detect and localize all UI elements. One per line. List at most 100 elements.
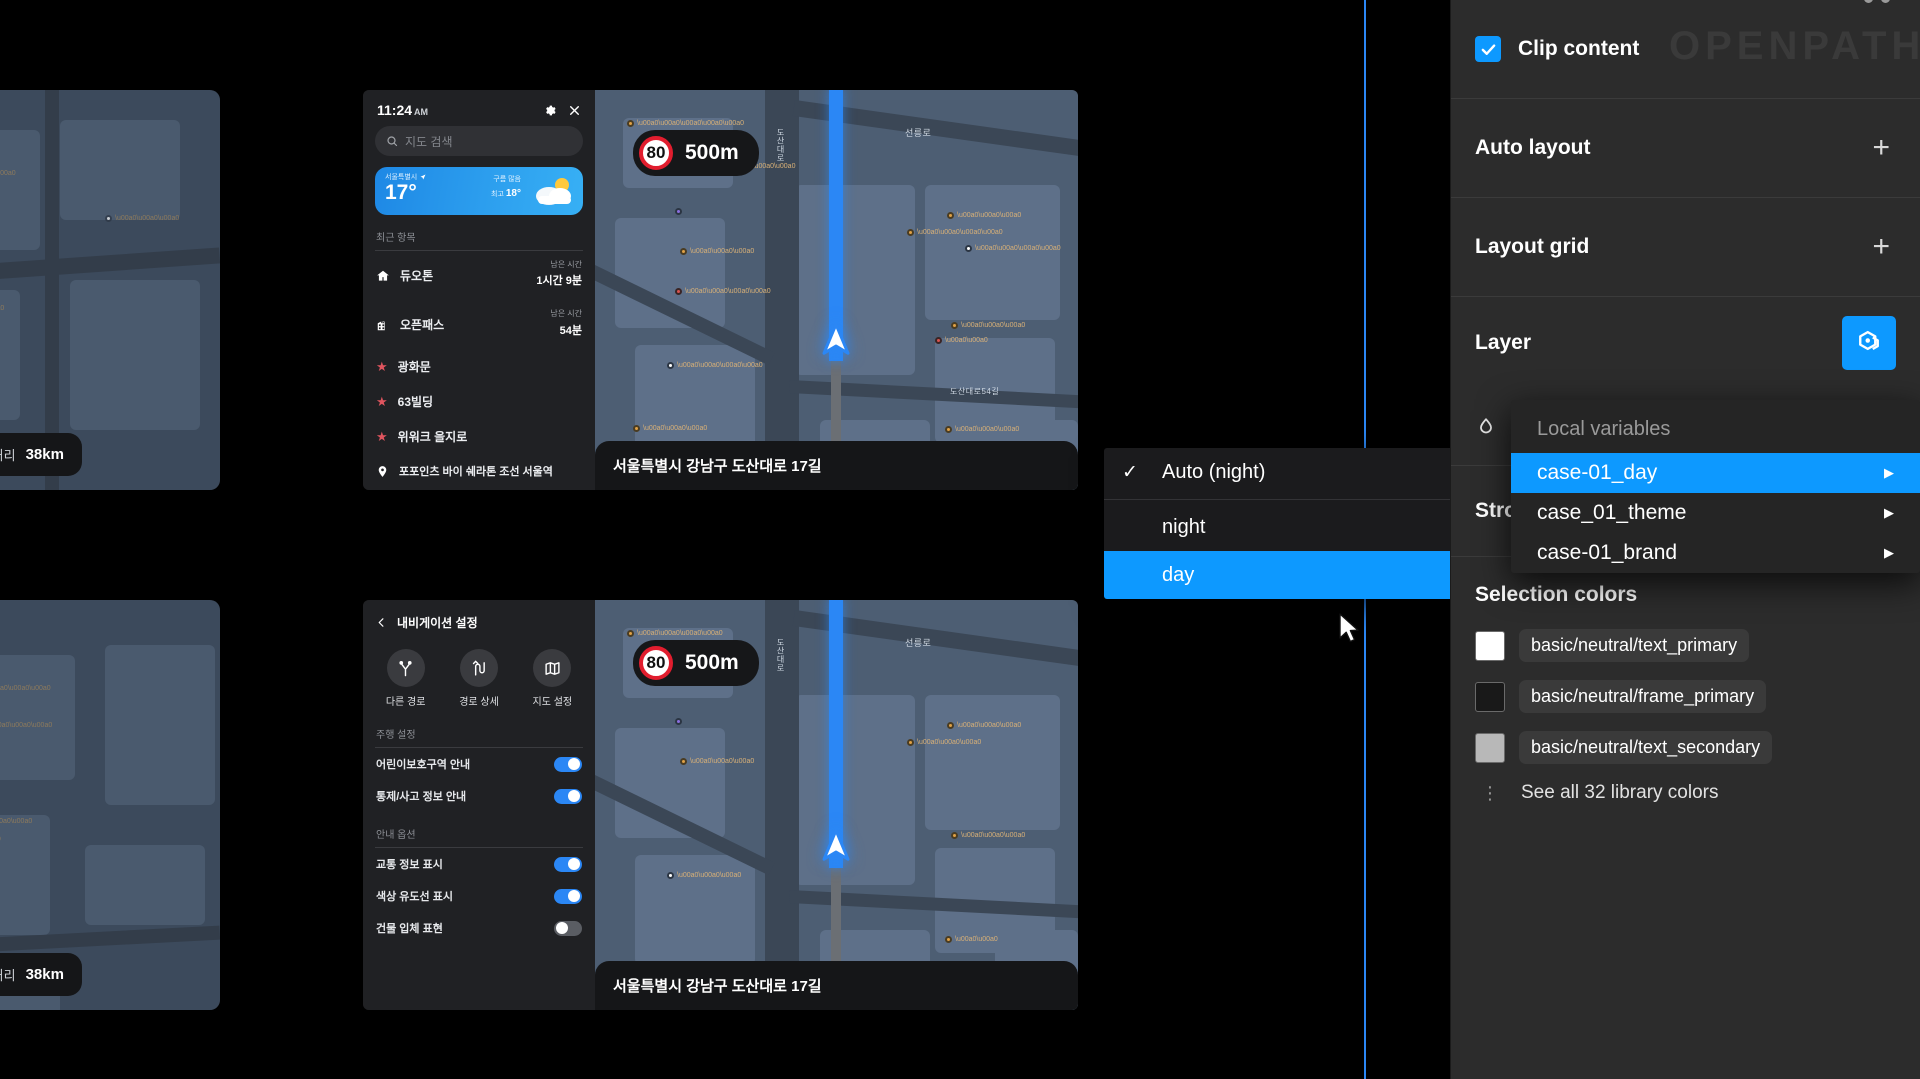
quick-action[interactable]: 경로 상세 xyxy=(459,649,499,708)
address-bar-top: 서울특별시 강남구 도산대로 17길 xyxy=(595,441,1078,490)
setting-toggle[interactable] xyxy=(554,788,582,804)
road-label: 도산대로 xyxy=(776,128,785,162)
layout-grid-section: Layout grid + xyxy=(1451,198,1920,297)
close-icon[interactable] xyxy=(568,104,581,117)
weather-high: 18° xyxy=(505,187,521,199)
list-item[interactable]: ★ 광화문 xyxy=(363,349,595,384)
gear-icon[interactable] xyxy=(543,104,556,117)
road-label: 선릉로 xyxy=(905,638,932,648)
route-detail-icon xyxy=(459,649,498,687)
list-item[interactable]: 오픈패스 남은 시간 54분 xyxy=(363,300,595,349)
map-background: \u00a0\u00a0\u00a0\u00a0 \u00a0\u00a0\u0… xyxy=(0,90,220,490)
speed-limit-badge: 80 xyxy=(639,646,673,680)
setting-label: 색상 유도선 표시 xyxy=(376,891,453,903)
pill-distance: 500m xyxy=(685,651,739,674)
speed-distance-pill-top: 80 500m xyxy=(633,130,759,176)
setting-row[interactable]: 색상 유도선 표시 xyxy=(363,880,595,912)
road-label: 도산대로54길 xyxy=(950,387,1000,396)
setting-label: 어린이보호구역 안내 xyxy=(376,759,471,771)
location-puck-icon xyxy=(822,322,850,355)
setting-toggle[interactable] xyxy=(554,756,582,772)
opacity-droplet-icon xyxy=(1480,418,1492,434)
settings-header: 내비게이션 설정 xyxy=(363,600,595,635)
list-item[interactable]: ★ 위워크 을지로 xyxy=(363,419,595,454)
chevron-right-icon: ▶ xyxy=(1884,545,1894,560)
submenu-header: Local variables xyxy=(1537,418,1671,440)
color-swatch[interactable] xyxy=(1475,732,1505,763)
eta-dist-label: 남은 거리 xyxy=(0,448,16,463)
setting-toggle[interactable] xyxy=(554,920,582,936)
settings-group-title: 안내 옵션 xyxy=(376,830,416,841)
local-variables-submenu[interactable]: Local variables case-01_day ▶ case_01_th… xyxy=(1511,400,1920,573)
menu-item-label: Auto (night) xyxy=(1162,460,1266,483)
setting-label: 교통 정보 표시 xyxy=(376,859,443,871)
add-layout-grid-button[interactable]: + xyxy=(1866,228,1896,266)
auto-layout-section: Auto layout + xyxy=(1451,99,1920,198)
mockup-frame-bottom[interactable]: 선릉로 도산대로 \u00a0\u00a0\u00a0\u00a0 \u00a0… xyxy=(363,600,1078,1010)
chevron-left-icon[interactable] xyxy=(376,617,387,628)
weather-widget[interactable]: 서울특별시 17° 구름 많음 최고 18° xyxy=(375,167,583,215)
submenu-item-case-01-theme[interactable]: case_01_theme ▶ xyxy=(1511,493,1920,533)
auto-layout-label: Auto layout xyxy=(1475,136,1591,159)
color-variable-name[interactable]: basic/neutral/text_secondary xyxy=(1519,731,1773,764)
setting-row[interactable]: 통제/사고 정보 안내 xyxy=(363,780,595,812)
add-auto-layout-button[interactable]: + xyxy=(1866,129,1896,167)
list-item[interactable]: ★ 63빌딩 xyxy=(363,384,595,419)
left-edge-frame-top[interactable]: \u00a0\u00a0\u00a0\u00a0 \u00a0\u00a0\u0… xyxy=(0,90,220,490)
quick-action[interactable]: 지도 설정 xyxy=(532,649,573,708)
eta-dist: 38km xyxy=(25,446,64,463)
setting-toggle[interactable] xyxy=(554,856,582,872)
clip-content-section: Clip content xyxy=(1451,0,1920,99)
submenu-item-case-01-day[interactable]: case-01_day ▶ xyxy=(1511,453,1920,493)
search-icon xyxy=(387,136,398,147)
clip-content-checkbox[interactable] xyxy=(1475,36,1501,62)
color-variable-name[interactable]: basic/neutral/frame_primary xyxy=(1519,680,1767,713)
setting-row[interactable]: 교통 정보 표시 xyxy=(363,848,595,880)
setting-toggle[interactable] xyxy=(554,888,582,904)
setting-row[interactable]: 건물 입체 표현 xyxy=(363,912,595,944)
road-label: 선릉로 xyxy=(905,128,932,138)
list-item[interactable]: 듀오톤 남은 시간 1시간 9분 xyxy=(363,251,595,300)
weather-high-label: 최고 xyxy=(491,190,504,198)
status-row: 11:24 AM xyxy=(363,90,595,126)
more-dots-icon: ⋮ xyxy=(1481,782,1499,803)
clip-content-row[interactable]: Clip content xyxy=(1475,0,1896,98)
meta-label: 남은 시간 xyxy=(550,309,582,319)
list-item-meta: 남은 시간 1시간 9분 xyxy=(536,260,582,291)
speed-limit-badge: 80 xyxy=(639,136,673,170)
app-sidebar-top[interactable]: 11:24 AM 지도 검색 서울특별시 17° 구름 많음 최고 18° 최근… xyxy=(363,90,595,490)
search-placeholder: 지도 검색 xyxy=(405,134,453,149)
color-variable-name[interactable]: basic/neutral/text_primary xyxy=(1519,629,1750,662)
recent-section-title: 최근 항목 xyxy=(376,233,416,244)
list-item-label: 광화문 xyxy=(397,360,431,375)
submenu-item-label: case_01_theme xyxy=(1537,501,1687,524)
variables-icon[interactable] xyxy=(1842,316,1896,370)
search-input[interactable]: 지도 검색 xyxy=(375,126,583,156)
weather-detail: 구름 많음 최고 18° xyxy=(491,175,521,201)
chevron-right-icon: ▶ xyxy=(1884,505,1894,520)
list-item[interactable]: 포포인츠 바이 쉐라톤 조선 서울역 xyxy=(363,454,595,488)
selection-color-row[interactable]: basic/neutral/text_primary xyxy=(1475,629,1896,662)
address-bar-bottom: 서울특별시 강남구 도산대로 17길 xyxy=(595,961,1078,1010)
list-item-label: 듀오톤 xyxy=(400,269,434,284)
list-item-label: 오픈패스 xyxy=(400,318,445,333)
map-background: \u00a0\u00a0\u00a0\u00a0 \u00a0\u00a0\u0… xyxy=(0,600,220,1010)
star-icon: ★ xyxy=(376,394,388,410)
selection-color-row[interactable]: basic/neutral/frame_primary xyxy=(1475,680,1896,713)
color-swatch[interactable] xyxy=(1475,630,1505,661)
selection-color-row[interactable]: basic/neutral/text_secondary xyxy=(1475,731,1896,764)
see-all-library-colors[interactable]: ⋮ See all 32 library colors xyxy=(1481,782,1896,804)
mockup-frame-top[interactable]: 선릉로 도산대로 도산대로54길 \u00a0\u00a0\u00a0\u00a… xyxy=(363,90,1078,490)
submenu-item-case-01-brand[interactable]: case-01_brand ▶ xyxy=(1511,533,1920,573)
setting-row[interactable]: 어린이보호구역 안내 xyxy=(363,748,595,780)
window-chrome-partial xyxy=(1864,0,1890,3)
settings-sidebar[interactable]: 내비게이션 설정 다른 경로 경로 상세 지도 설정 주행 설정 어린이보호구역… xyxy=(363,600,595,1010)
see-all-label: See all 32 library colors xyxy=(1521,782,1719,803)
star-icon: ★ xyxy=(376,359,388,375)
meta-value: 1시간 9분 xyxy=(536,275,582,288)
quick-action[interactable]: 다른 경로 xyxy=(386,649,425,708)
left-edge-frame-bottom[interactable]: \u00a0\u00a0\u00a0\u00a0 \u00a0\u00a0\u0… xyxy=(0,600,220,1010)
color-swatch[interactable] xyxy=(1475,681,1505,712)
quick-action-label: 지도 설정 xyxy=(532,697,573,708)
pin-icon xyxy=(378,465,387,477)
